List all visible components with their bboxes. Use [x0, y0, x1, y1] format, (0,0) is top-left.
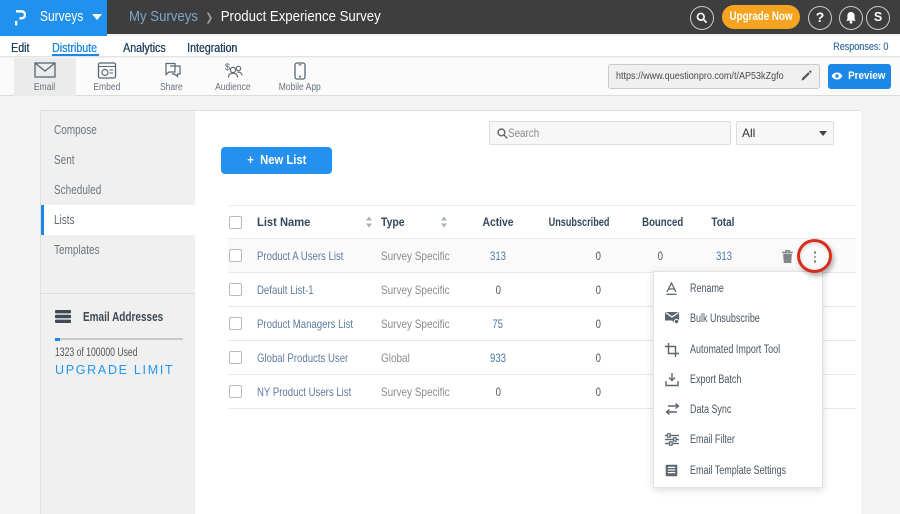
- svg-text:$: $: [225, 62, 230, 72]
